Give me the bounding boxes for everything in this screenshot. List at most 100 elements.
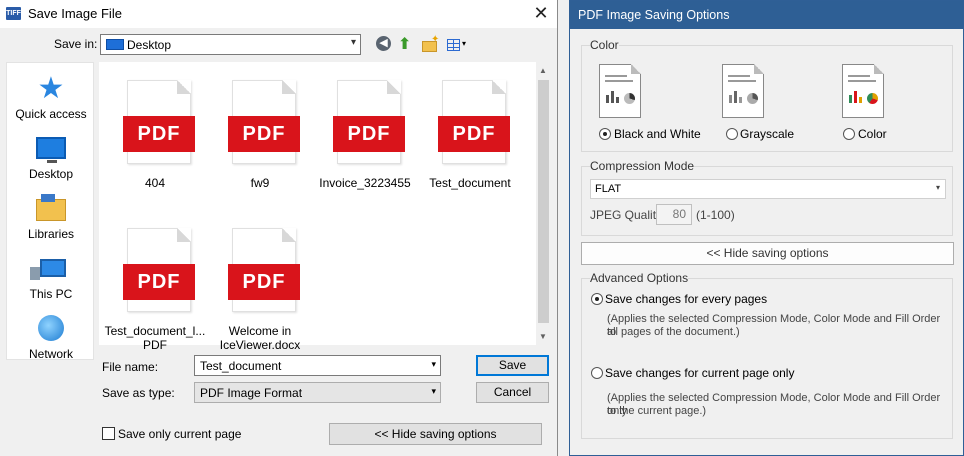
file-item[interactable]: PDF Invoice_3223455: [313, 70, 417, 200]
bar: [734, 91, 737, 103]
file-name: Invoice_3223455: [319, 176, 411, 190]
file-name: 404: [144, 176, 166, 190]
bar: [606, 95, 609, 103]
app-icon: TIFF: [6, 7, 21, 20]
chevron-down-icon[interactable]: ▾: [431, 359, 436, 370]
place-desktop[interactable]: Desktop: [7, 129, 95, 187]
save-as-type-value: PDF Image Format: [200, 386, 303, 400]
place-label: Network: [28, 347, 73, 361]
file-item[interactable]: PDF 404: [103, 70, 207, 200]
pdf-badge: PDF: [228, 264, 300, 300]
place-label: Quick access: [15, 107, 87, 121]
only-current-page-label: Save only current page: [118, 427, 242, 441]
file-name-line1: Welcome in: [228, 324, 292, 338]
up-one-level-button[interactable]: ⬆: [398, 36, 416, 54]
save-as-type-select[interactable]: PDF Image Format ▾: [194, 382, 441, 403]
text-line: [728, 80, 756, 82]
hide-saving-options-button[interactable]: << Hide saving options: [329, 423, 542, 445]
pdf-badge: PDF: [333, 116, 405, 152]
file-item[interactable]: PDF fw9: [208, 70, 312, 200]
compression-mode-select[interactable]: FLAT ▾: [590, 179, 946, 199]
save-in-dropdown[interactable]: Desktop ▾: [100, 34, 361, 55]
color-radio-bw[interactable]: [599, 128, 611, 140]
compression-caption: Compression Mode: [590, 159, 695, 173]
color-radio-color[interactable]: [843, 128, 855, 140]
window-gap: [559, 0, 569, 456]
place-quick-access[interactable]: ★ Quick access: [7, 69, 95, 127]
current-page-label[interactable]: Save changes for current page only: [605, 366, 794, 380]
chevron-down-icon: ▾: [431, 386, 436, 396]
pdf-badge: PDF: [123, 116, 195, 152]
file-name: fw9: [250, 176, 270, 190]
place-this-pc[interactable]: This PC: [7, 249, 95, 307]
current-page-radio[interactable]: [591, 367, 603, 379]
text-line: [728, 75, 750, 77]
monitor-icon: [36, 137, 66, 163]
jpeg-quality-input[interactable]: 80: [656, 204, 692, 225]
file-item[interactable]: PDF Test_document_l... PDF: [103, 218, 207, 352]
every-pages-label[interactable]: Save changes for every pages: [605, 292, 767, 306]
bar: [616, 97, 619, 103]
file-name: Test_document: [429, 176, 511, 190]
color-label-color[interactable]: Color: [858, 127, 887, 141]
pdf-saving-options-panel: PDF Image Saving Options Color Black and…: [569, 0, 964, 456]
color-group: Color Black and White Grayscale Color: [581, 38, 953, 152]
computer-icon: [30, 259, 66, 280]
view-menu-button[interactable]: ▾: [446, 36, 472, 54]
pie-icon: [624, 93, 635, 104]
color-label-bw[interactable]: Black and White: [614, 127, 701, 141]
jpeg-quality-label: JPEG Quality: [590, 208, 663, 222]
place-libraries[interactable]: Libraries: [7, 189, 95, 247]
text-line: [605, 75, 627, 77]
file-name-input[interactable]: Test_document ▾: [194, 355, 441, 376]
place-label: Desktop: [28, 167, 74, 181]
scroll-up-icon[interactable]: ▲: [539, 66, 547, 75]
file-item[interactable]: PDF Welcome in IceViewer.docx: [208, 218, 312, 352]
scroll-thumb[interactable]: [538, 80, 549, 323]
jpeg-quality-range: (1-100): [696, 208, 735, 222]
desktop-icon: [106, 39, 124, 50]
pie-icon: [867, 93, 878, 104]
color-label-grayscale[interactable]: Grayscale: [740, 127, 794, 141]
file-name-line2: IceViewer.docx: [219, 338, 301, 352]
bar: [849, 95, 852, 103]
file-list: PDF 404 PDF fw9 PDF Invoice_3223455 PDF …: [99, 62, 537, 352]
advanced-options-group: Advanced Options Save changes for every …: [581, 271, 953, 439]
scroll-down-icon[interactable]: ▼: [539, 332, 547, 341]
pie-icon: [747, 93, 758, 104]
checkbox-box[interactable]: [102, 427, 115, 440]
file-item[interactable]: PDF Test_document: [418, 70, 522, 200]
compression-group: Compression Mode FLAT ▾ JPEG Quality 80 …: [581, 159, 953, 236]
save-in-value: Desktop: [127, 38, 172, 52]
save-as-type-label: Save as type:: [102, 386, 175, 400]
chevron-down-icon: ▾: [462, 39, 467, 48]
back-button[interactable]: ◀: [376, 36, 394, 54]
text-line: [848, 75, 870, 77]
save-button[interactable]: Save: [476, 355, 549, 376]
file-name: Welcome in IceViewer.docx: [208, 324, 312, 352]
new-folder-button[interactable]: ✦: [421, 34, 439, 54]
close-icon[interactable]: ✕: [530, 2, 552, 24]
bar: [859, 97, 862, 103]
bar: [611, 91, 614, 103]
place-label: This PC: [29, 287, 73, 301]
file-name: Test_document_l... PDF: [103, 324, 207, 352]
place-label: Libraries: [27, 227, 75, 241]
file-name-line1: Test_document_l...: [104, 324, 206, 338]
every-pages-radio[interactable]: [591, 293, 603, 305]
bar: [729, 95, 732, 103]
color-caption: Color: [590, 38, 619, 52]
compression-mode-value: FLAT: [595, 183, 622, 195]
chevron-down-icon: ▾: [350, 37, 356, 48]
cancel-button[interactable]: Cancel: [476, 382, 549, 403]
dialog-title: Save Image File: [28, 6, 122, 21]
file-name-label: File name:: [102, 360, 159, 374]
color-radio-grayscale[interactable]: [726, 128, 738, 140]
advanced-caption: Advanced Options: [590, 271, 689, 285]
back-arrow-icon: ◀: [376, 36, 391, 51]
globe-icon: [38, 315, 64, 341]
vertical-scrollbar[interactable]: ▲ ▼: [536, 62, 551, 345]
hide-saving-options-button[interactable]: << Hide saving options: [581, 242, 954, 265]
pdf-badge: PDF: [123, 264, 195, 300]
place-network[interactable]: Network: [7, 309, 95, 367]
